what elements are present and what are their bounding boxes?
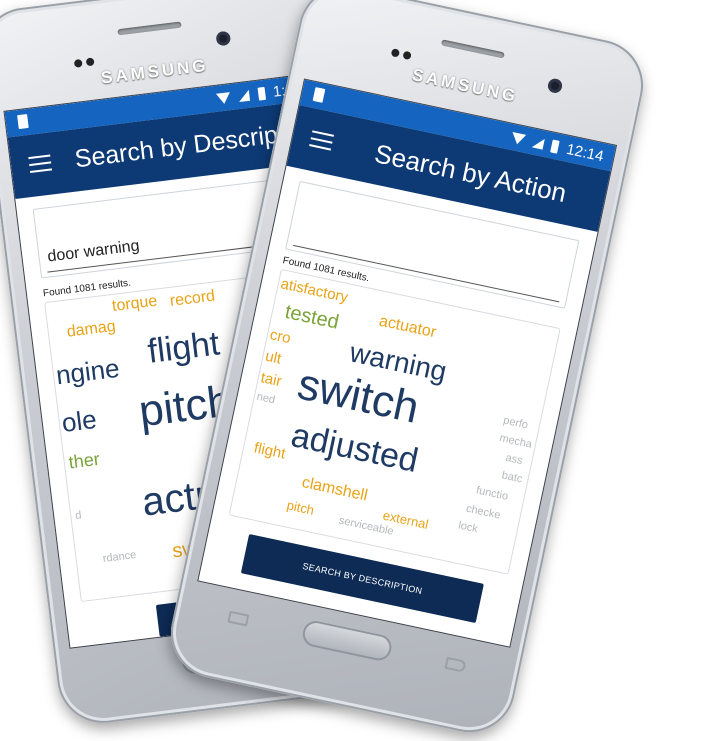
sim-card-icon bbox=[312, 87, 326, 103]
front-camera bbox=[215, 30, 232, 47]
status-time: 12:14 bbox=[564, 140, 606, 165]
menu-icon[interactable] bbox=[28, 154, 53, 174]
earpiece-speaker bbox=[440, 39, 505, 59]
word-cloud-item[interactable]: functio bbox=[475, 484, 509, 502]
word-cloud-item[interactable]: ass bbox=[504, 452, 523, 467]
word-cloud-item[interactable]: flight bbox=[146, 324, 222, 370]
word-cloud-item[interactable]: d bbox=[75, 509, 83, 522]
word-cloud-item[interactable]: tair bbox=[259, 369, 283, 390]
sensor-dot bbox=[73, 58, 83, 68]
word-cloud-item[interactable]: ult bbox=[264, 348, 283, 368]
sensor-dot bbox=[402, 50, 412, 61]
word-cloud-item[interactable]: perfo bbox=[502, 415, 529, 432]
word-cloud-item[interactable]: ngine bbox=[54, 353, 121, 391]
word-cloud-item[interactable]: clamshell bbox=[300, 474, 369, 504]
word-cloud-item[interactable]: torque bbox=[111, 293, 158, 315]
recent-apps-icon[interactable] bbox=[227, 610, 250, 627]
page-title: Search by Descrip... bbox=[73, 118, 301, 174]
word-cloud-item[interactable]: cro bbox=[268, 326, 292, 347]
word-cloud-item[interactable]: ole bbox=[60, 404, 98, 438]
wifi-icon bbox=[510, 131, 527, 146]
word-cloud-item[interactable]: pitch bbox=[286, 497, 316, 517]
word-cloud-item[interactable]: flight bbox=[252, 439, 287, 462]
sensor-dot bbox=[85, 57, 95, 67]
word-cloud-item[interactable]: rdance bbox=[102, 549, 137, 565]
word-cloud-item[interactable]: lock bbox=[457, 519, 479, 535]
back-icon[interactable] bbox=[444, 656, 467, 673]
signal-icon bbox=[531, 136, 545, 150]
wifi-icon bbox=[216, 91, 232, 105]
word-cloud-item[interactable]: batc bbox=[501, 469, 524, 485]
earpiece-speaker bbox=[117, 21, 182, 36]
word-cloud: atisfactory tested actuator cro ult warn… bbox=[228, 268, 561, 575]
word-cloud-item[interactable]: damag bbox=[66, 318, 117, 341]
word-cloud-item[interactable]: record bbox=[169, 287, 216, 309]
menu-icon[interactable] bbox=[309, 130, 334, 151]
word-cloud-item[interactable]: mecha bbox=[498, 432, 533, 451]
sensor-dot bbox=[390, 48, 401, 58]
word-cloud-item[interactable]: ther bbox=[68, 449, 101, 473]
home-button[interactable] bbox=[300, 618, 394, 663]
word-cloud-item[interactable]: ned bbox=[256, 391, 276, 407]
word-cloud-item[interactable]: actuator bbox=[378, 313, 438, 342]
signal-icon bbox=[238, 89, 251, 102]
word-cloud-item[interactable]: checke bbox=[465, 503, 502, 522]
battery-icon bbox=[550, 139, 561, 154]
front-camera bbox=[546, 77, 564, 95]
sim-card-icon bbox=[17, 113, 29, 130]
word-cloud-item[interactable]: tested bbox=[283, 301, 341, 334]
battery-icon bbox=[257, 86, 266, 101]
